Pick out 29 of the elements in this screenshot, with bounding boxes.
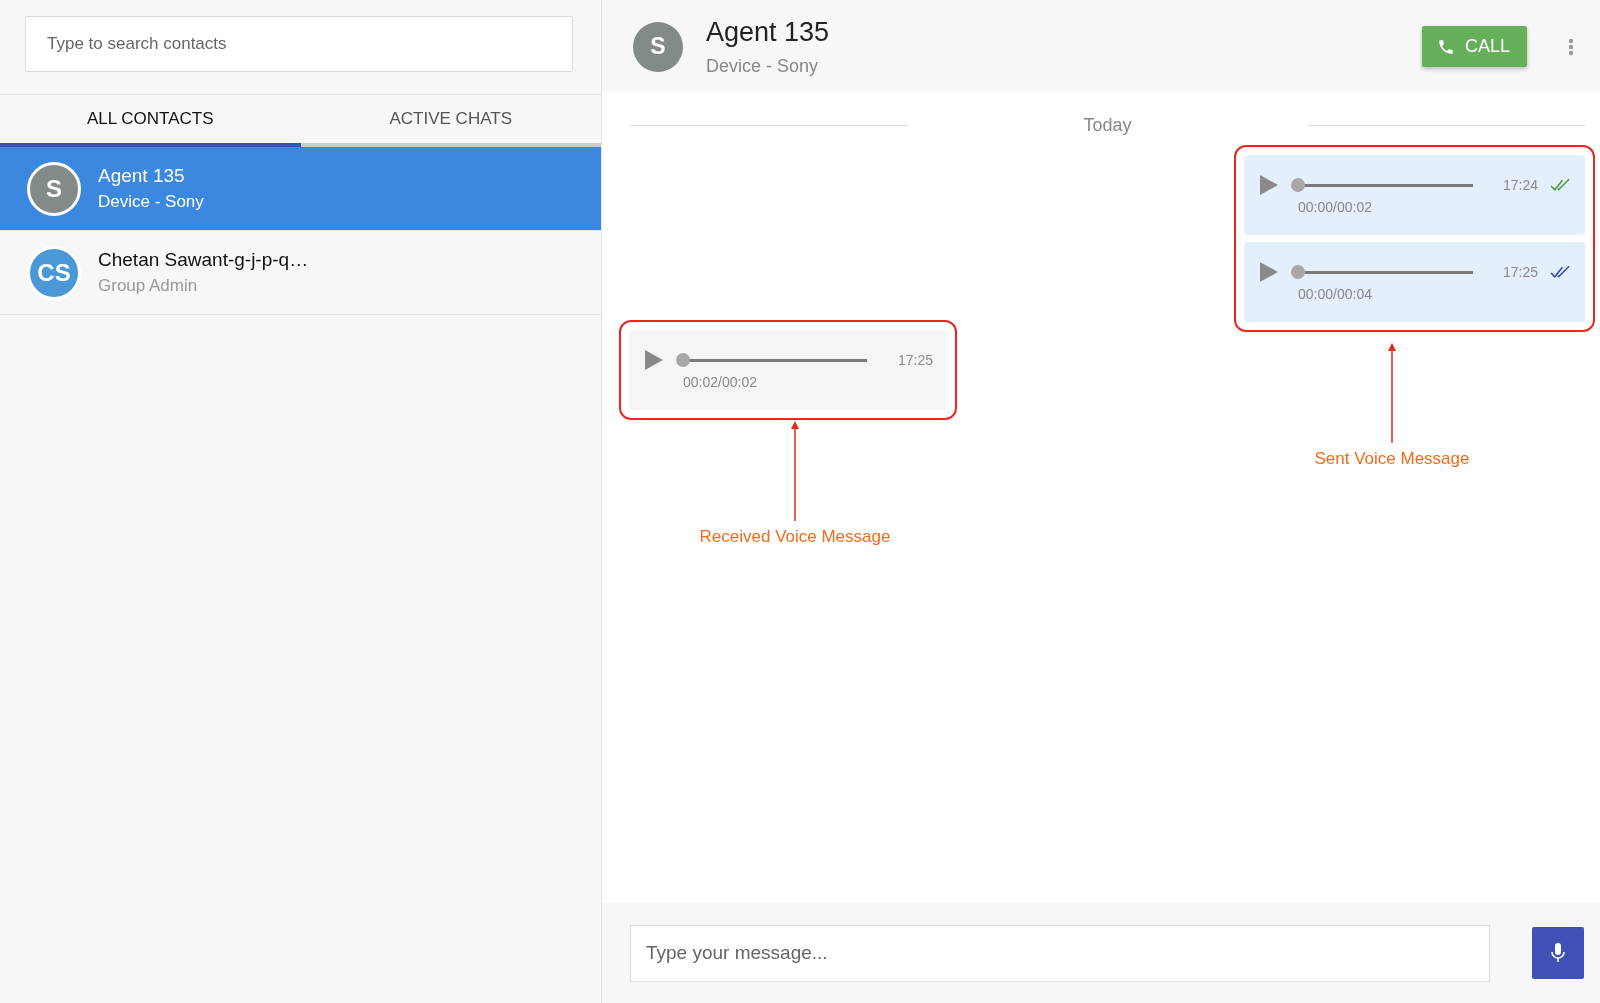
contact-name: Agent 135: [98, 165, 186, 187]
contact-name: Chetan Sawant-g-j-p-q…: [98, 249, 309, 271]
play-icon[interactable]: [1260, 262, 1278, 282]
message-input[interactable]: Type your message...: [630, 924, 1490, 982]
date-divider: Today: [1083, 115, 1132, 136]
contact-item[interactable]: S Agent 135 Device - Sony: [0, 147, 601, 231]
contact-subtitle: Group Admin: [98, 276, 199, 296]
message-time: 17:25: [1502, 264, 1538, 280]
annotation-label: Sent Voice Message: [1314, 449, 1470, 469]
annotation-label: Received Voice Message: [699, 527, 891, 547]
audio-duration: 00:00/00:04: [1298, 286, 1373, 302]
play-icon[interactable]: [1260, 175, 1278, 195]
phone-icon: [1436, 37, 1455, 56]
more-options-icon[interactable]: [1568, 37, 1574, 56]
audio-duration: 00:00/00:02: [1298, 199, 1373, 215]
contact-item[interactable]: CS Chetan Sawant-g-j-p-q… Group Admin: [0, 231, 601, 315]
search-field[interactable]: Type to search contacts: [25, 16, 573, 72]
avatar: S: [27, 161, 81, 216]
avatar: CS: [27, 245, 81, 300]
microphone-button[interactable]: [1532, 927, 1584, 979]
play-icon[interactable]: [645, 350, 663, 370]
avatar: S: [633, 21, 683, 72]
chat-title: Agent 135: [706, 16, 830, 48]
audio-duration: 00:02/00:02: [683, 374, 758, 390]
message-time: 17:24: [1502, 177, 1538, 193]
chat-subtitle: Device - Sony: [706, 55, 820, 77]
message-time: 17:25: [897, 352, 933, 368]
microphone-icon: [1551, 943, 1565, 963]
contact-subtitle: Device - Sony: [98, 192, 204, 212]
